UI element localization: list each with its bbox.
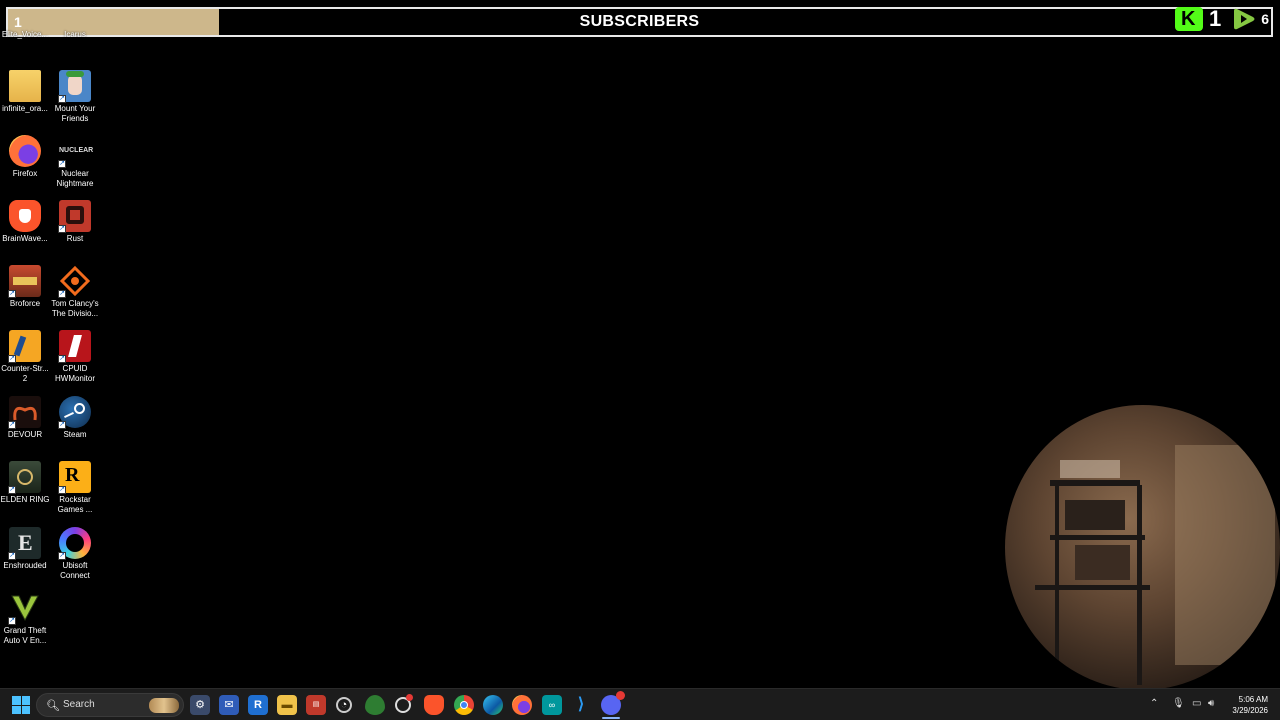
system-clock[interactable]: 5:06 AM 3/29/2026 <box>1232 694 1268 716</box>
desktop-icon-counter-strike[interactable]: ↗ Counter-Str... 2 <box>0 330 50 384</box>
desktop-icon-label: CPUID HWMonitor <box>54 364 95 383</box>
desktop-icon-rockstar[interactable]: R ↗ Rockstar Games ... <box>50 461 100 515</box>
desktop-icon-devour[interactable]: ↗ DEVOUR <box>0 396 50 440</box>
devour-icon: ↗ <box>8 396 41 429</box>
subscriber-goal-bar: 1 SUBSCRIBERS K 1 6 <box>6 4 1273 37</box>
brave-lion-icon <box>9 200 41 232</box>
microphone-icon[interactable]: 🎙︎ <box>1172 698 1185 709</box>
search-label: Search <box>63 699 95 710</box>
desktop-icon-elden-ring[interactable]: ↗ ELDEN RING <box>0 461 50 505</box>
desktop-icon-label: Elite_Voice... <box>1 30 49 39</box>
desktop-icon-label: infinite_ora... <box>2 104 48 113</box>
desktop-icon-label: Enshrouded <box>3 561 47 570</box>
steam-icon: ↗ <box>58 396 91 429</box>
enshrouded-icon: E ↗ <box>8 527 41 560</box>
platform-counts: K 1 6 <box>1174 4 1269 34</box>
news-app-icon[interactable]: ▤ <box>306 695 326 715</box>
desktop-icon-ubisoft[interactable]: ↗ Ubisoft Connect <box>50 527 100 581</box>
nuclear-nightmare-icon: NUCLEAR ↗ <box>58 135 93 168</box>
ubisoft-icon: ↗ <box>58 527 91 560</box>
kick-icon: K <box>1174 7 1203 31</box>
search-icon: 🔍︎ <box>46 700 60 712</box>
desktop-icon-label: Rust <box>66 234 84 243</box>
desktop-icon-label: Broforce <box>9 299 41 308</box>
desktop-icon-mount-your-friends[interactable]: ↗ Mount Your Friends <box>50 70 100 124</box>
mail-icon[interactable]: ✉ <box>219 695 239 715</box>
division-icon: ↗ <box>58 265 91 298</box>
taskbar-search[interactable]: 🔍︎ Search <box>36 693 184 717</box>
chevron-up-icon[interactable]: ⌃ <box>1150 698 1158 709</box>
desktop-icon-rust[interactable]: ↗ Rust <box>50 200 100 244</box>
app-r-icon[interactable]: R <box>248 695 268 715</box>
desktop-icon-icarus[interactable]: Icarus <box>50 30 100 40</box>
desktop-icon-label: BrainWave... <box>2 234 48 243</box>
clock-date: 3/29/2026 <box>1232 706 1268 715</box>
active-app-indicator <box>602 717 620 719</box>
rust-icon: ↗ <box>58 200 91 233</box>
file-explorer-icon[interactable]: ▬ <box>277 695 297 715</box>
vscode-icon[interactable]: ⟩ <box>571 695 591 715</box>
edge-icon[interactable] <box>483 695 503 715</box>
folder-icon <box>9 70 41 102</box>
rumble-count: 6 <box>1261 11 1269 27</box>
desktop-icon-firefox[interactable]: Firefox <box>0 135 50 179</box>
desktop-icon-hwmonitor[interactable]: ↗ CPUID HWMonitor <box>50 330 100 384</box>
chrome-icon[interactable] <box>454 695 474 715</box>
obs-icon[interactable] <box>395 694 413 713</box>
rockstar-icon: R ↗ <box>58 461 91 494</box>
rumble-icon <box>1234 8 1255 30</box>
desktop-icon-label: Mount Your Friends <box>54 104 96 123</box>
gta-v-icon: ↗ <box>8 592 41 625</box>
network-tool-icon[interactable]: ⚙ <box>190 695 210 715</box>
desktop-icon-enshrouded[interactable]: E ↗ Enshrouded <box>0 527 50 571</box>
desktop-icon-label: Nuclear Nightmare <box>56 169 94 188</box>
speaker-icon[interactable]: 🔊︎ <box>1208 698 1214 709</box>
arduino-icon[interactable]: ∞ <box>542 695 562 715</box>
desktop-icon-steam[interactable]: ↗ Steam <box>50 396 100 440</box>
discord-icon[interactable] <box>601 691 625 715</box>
desktop-icon-label: Counter-Str... 2 <box>1 364 49 383</box>
desktop-icon-infinite-ora[interactable]: infinite_ora... <box>0 70 50 114</box>
desktop-icon-nuclear-nightmare[interactable]: NUCLEAR ↗ Nuclear Nightmare <box>50 135 100 189</box>
desktop-icon-brainwave[interactable]: BrainWave... <box>0 200 50 244</box>
mount-your-friends-icon: ↗ <box>58 70 91 103</box>
desktop-icon-label: Steam <box>63 430 87 439</box>
desktop-icon-label: Ubisoft Connect <box>60 561 90 580</box>
kick-count: 1 <box>1208 6 1222 31</box>
browser-shield-icon[interactable] <box>365 695 385 715</box>
desktop-icon-division[interactable]: ↗ Tom Clancy's The Divisio... <box>50 265 100 319</box>
firefox-icon <box>9 135 41 167</box>
subscriber-title: SUBSCRIBERS <box>579 13 700 30</box>
desktop-icon-gta-v[interactable]: ↗ Grand Theft Auto V En... <box>0 592 50 646</box>
clock-time: 5:06 AM <box>1238 695 1268 704</box>
start-icon[interactable] <box>12 696 30 714</box>
broforce-icon: ↗ <box>8 265 41 298</box>
taskbar: 🔍︎ Search ⚙ ✉ R ▬ ▤ ◔ ∞ ⟩ ⌃ 🎙︎ ▭ 🔊︎ 5:06… <box>0 688 1280 720</box>
counter-strike-icon: ↗ <box>8 330 41 363</box>
desktop-icon-label: DEVOUR <box>7 430 43 439</box>
desktop-icon-label: Icarus <box>64 30 86 39</box>
hwmonitor-icon: ↗ <box>58 330 91 363</box>
brave-icon[interactable] <box>424 695 444 715</box>
elden-ring-icon: ↗ <box>8 461 41 494</box>
display-icon[interactable]: ▭ <box>1192 698 1201 709</box>
search-highlight-art <box>149 698 179 713</box>
desktop-icon-elite-voice[interactable]: Elite_Voice... <box>0 30 50 40</box>
desktop-icon-label: ELDEN RING <box>0 495 50 504</box>
desktop-icon-label: Grand Theft Auto V En... <box>3 626 47 645</box>
desktop-icon-label: Rockstar Games ... <box>57 495 93 514</box>
desktop-icon-broforce[interactable]: ↗ Broforce <box>0 265 50 309</box>
clock-app-icon[interactable]: ◔ <box>336 697 352 713</box>
desktop-icon-label: Firefox <box>12 169 38 178</box>
desktop-icon-label: Tom Clancy's The Divisio... <box>51 299 99 318</box>
firefox-taskbar-icon[interactable] <box>512 695 532 715</box>
webcam-feed <box>1005 405 1280 690</box>
